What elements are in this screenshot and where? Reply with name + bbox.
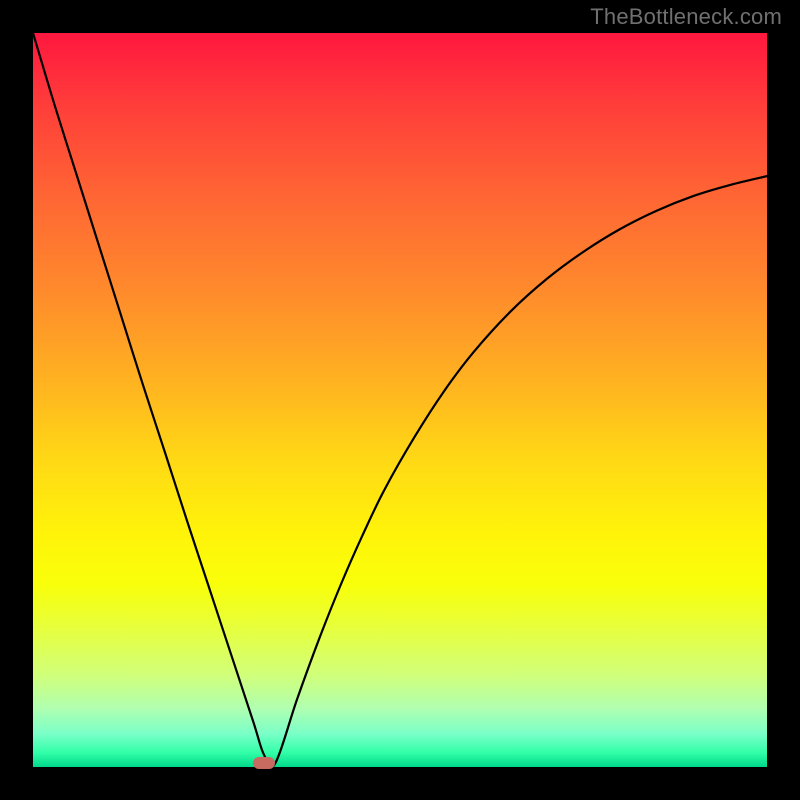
bottleneck-curve: [33, 33, 767, 767]
optimal-point-marker: [253, 757, 275, 769]
watermark-text: TheBottleneck.com: [590, 4, 782, 30]
chart-plot-area: [33, 33, 767, 767]
